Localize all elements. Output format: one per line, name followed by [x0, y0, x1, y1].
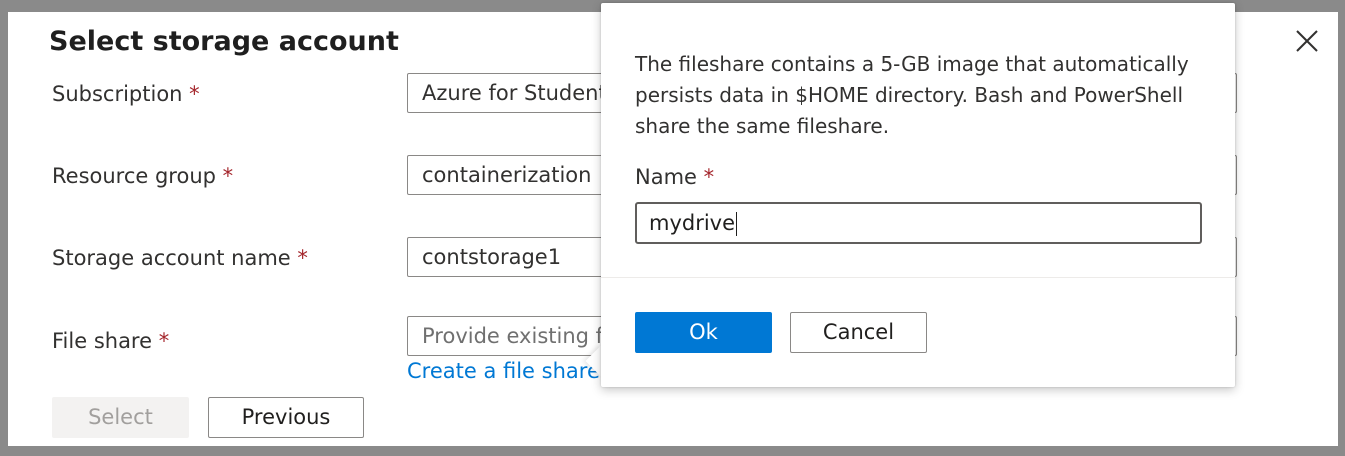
required-mark: *	[222, 164, 234, 188]
required-mark: *	[158, 329, 170, 353]
callout-description: The fileshare contains a 5-GB image that…	[635, 52, 1189, 138]
cancel-button[interactable]: Cancel	[790, 312, 927, 353]
resource-group-label: Resource group *	[52, 164, 234, 188]
text-caret	[736, 212, 738, 236]
ok-button[interactable]: Ok	[635, 312, 772, 353]
subscription-value: Azure for Students	[422, 81, 618, 105]
required-mark: *	[189, 82, 200, 106]
callout-divider	[601, 277, 1235, 278]
required-mark: *	[297, 246, 308, 270]
close-icon[interactable]	[1294, 28, 1320, 54]
select-button[interactable]: Select	[52, 397, 189, 438]
create-file-share-link[interactable]: Create a file share	[407, 359, 600, 383]
fileshare-name-input[interactable]: mydrive	[635, 202, 1202, 244]
name-label: Name *	[635, 165, 715, 189]
resource-group-value: containerization	[422, 163, 592, 187]
create-file-share-callout: The fileshare contains a 5-GB image that…	[601, 3, 1235, 387]
dialog-title: Select storage account	[49, 26, 399, 57]
subscription-label: Subscription *	[52, 82, 200, 106]
previous-button[interactable]: Previous	[208, 397, 364, 438]
fileshare-name-value: mydrive	[649, 211, 736, 235]
file-share-placeholder: Provide existing fil	[422, 324, 615, 348]
storage-account-name-value: contstorage1	[422, 245, 562, 269]
modal-overlay: Select storage account Subscription * Az…	[0, 0, 1345, 456]
storage-account-name-label: Storage account name *	[52, 246, 308, 270]
file-share-label: File share *	[52, 329, 170, 353]
required-mark: *	[703, 165, 715, 189]
